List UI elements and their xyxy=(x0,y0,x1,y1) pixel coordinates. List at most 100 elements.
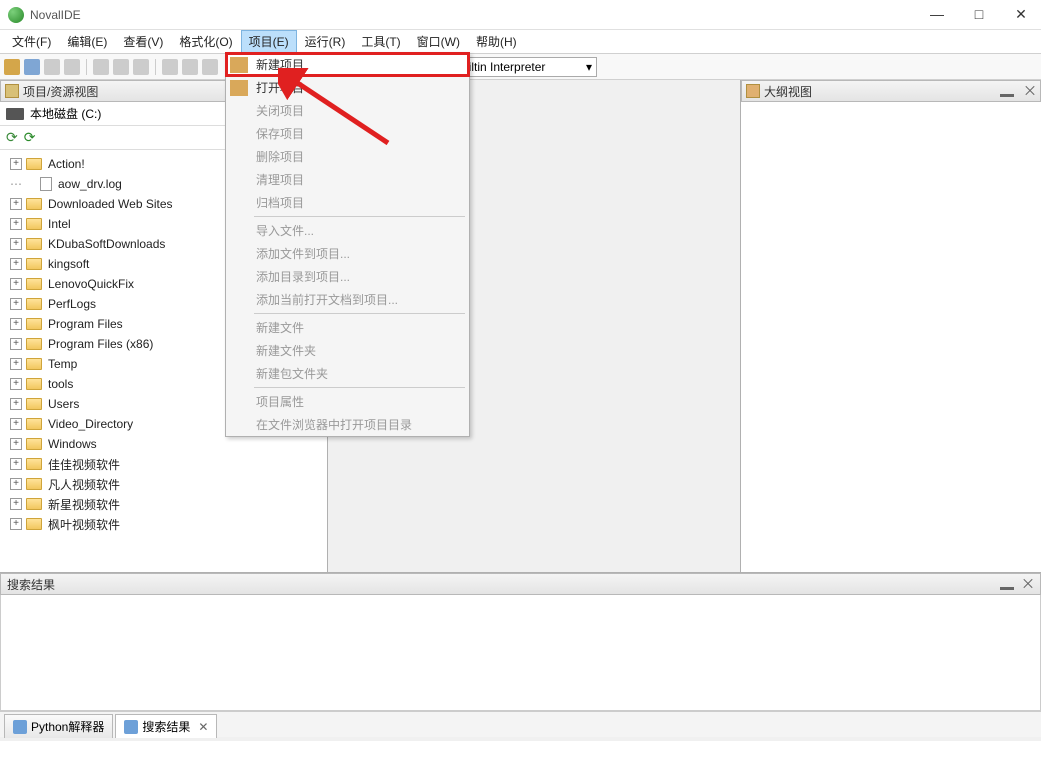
titlebar: NovalIDE — □ ✕ xyxy=(0,0,1041,30)
menu-item-1[interactable]: 编辑(E) xyxy=(59,30,115,53)
menu-item-清理项目: 清理项目 xyxy=(226,168,469,191)
tree-item[interactable]: +凡人视频软件 xyxy=(0,474,327,494)
output-content[interactable] xyxy=(0,595,1041,711)
tab-close-icon[interactable]: ✕ xyxy=(198,720,208,734)
menu-item-6[interactable]: 工具(T) xyxy=(353,30,408,53)
expand-icon[interactable]: + xyxy=(10,318,22,330)
panel-minimize-icon[interactable] xyxy=(1000,94,1014,97)
tree-item-label: 佳佳视频软件 xyxy=(48,456,120,473)
outline-panel-title: 大纲视图 xyxy=(764,83,812,100)
output-panel-title: 搜索结果 xyxy=(7,576,55,593)
interpreter-dropdown[interactable]: uiltin Interpreter ▾ xyxy=(457,57,597,77)
expand-icon[interactable]: + xyxy=(10,298,22,310)
expand-icon[interactable]: + xyxy=(10,338,22,350)
expand-icon[interactable]: + xyxy=(10,398,22,410)
expand-icon[interactable]: + xyxy=(10,478,22,490)
toolbar-replace-icon[interactable] xyxy=(133,59,149,75)
tree-item-label: Program Files xyxy=(48,317,123,331)
menu-item-2[interactable]: 查看(V) xyxy=(115,30,171,53)
expand-icon[interactable]: + xyxy=(10,158,22,170)
menu-item-label: 添加当前打开文档到项目... xyxy=(256,291,398,308)
expand-icon[interactable]: + xyxy=(10,258,22,270)
folder-icon xyxy=(26,478,42,490)
expand-icon[interactable]: + xyxy=(10,278,22,290)
panel-close-icon[interactable] xyxy=(1024,85,1036,97)
bottom-tab[interactable]: 搜索结果✕ xyxy=(115,714,217,738)
toolbar: uiltin Interpreter ▾ xyxy=(0,54,1041,80)
menu-item-icon xyxy=(230,292,248,308)
file-icon xyxy=(40,177,52,191)
folder-icon xyxy=(26,378,42,390)
folder-icon xyxy=(26,338,42,350)
main-area: 项目/资源视图 本地磁盘 (C:) ⟳ ⟳ +Action!⋯aow_drv.l… xyxy=(0,80,1041,572)
expand-icon[interactable]: + xyxy=(10,498,22,510)
expand-icon[interactable]: + xyxy=(10,378,22,390)
expand-icon[interactable]: + xyxy=(10,198,22,210)
expand-icon[interactable]: + xyxy=(10,238,22,250)
toolbar-saveall-icon[interactable] xyxy=(64,59,80,75)
menu-item-在文件浏览器中打开项目目录: 在文件浏览器中打开项目目录 xyxy=(226,413,469,436)
menu-item-3[interactable]: 格式化(O) xyxy=(171,30,240,53)
menu-separator xyxy=(254,387,465,388)
outline-panel: 大纲视图 xyxy=(741,80,1041,572)
expand-icon[interactable]: + xyxy=(10,518,22,530)
folder-icon xyxy=(26,458,42,470)
tree-item-label: 枫叶视频软件 xyxy=(48,516,120,533)
toolbar-separator xyxy=(155,59,156,75)
menu-item-新建文件夹: 新建文件夹 xyxy=(226,339,469,362)
tree-item[interactable]: + 枫叶视频软件 xyxy=(0,514,327,534)
toolbar-find-icon[interactable] xyxy=(113,59,129,75)
expand-icon[interactable]: + xyxy=(10,418,22,430)
toolbar-save-icon[interactable] xyxy=(44,59,60,75)
app-title: NovalIDE xyxy=(30,8,925,22)
folder-icon xyxy=(26,238,42,250)
maximize-button[interactable]: □ xyxy=(967,6,991,23)
tree-item[interactable]: + 新星视频软件 xyxy=(0,494,327,514)
bottom-tabs: Python解释器搜索结果✕ xyxy=(0,711,1041,737)
minimize-button[interactable]: — xyxy=(925,6,949,23)
tree-item[interactable]: +Windows xyxy=(0,434,327,454)
menu-item-8[interactable]: 帮助(H) xyxy=(468,30,525,53)
menu-item-icon xyxy=(230,80,248,96)
menu-item-新建项目[interactable]: 新建项目 xyxy=(226,53,469,76)
toolbar-open-icon[interactable] xyxy=(24,59,40,75)
project-menu: 新建项目打开项目关闭项目保存项目删除项目清理项目归档项目导入文件...添加文件到… xyxy=(225,52,470,437)
bottom-tab[interactable]: Python解释器 xyxy=(4,714,113,738)
menu-item-打开项目[interactable]: 打开项目 xyxy=(226,76,469,99)
tree-item-label: KDubaSoftDownloads xyxy=(48,237,165,251)
menu-item-5[interactable]: 运行(R) xyxy=(297,30,354,53)
tree-item-label: 新星视频软件 xyxy=(48,496,120,513)
folder-icon xyxy=(26,198,42,210)
tree-item[interactable]: + 佳佳视频软件 xyxy=(0,454,327,474)
expand-icon[interactable]: + xyxy=(10,438,22,450)
toolbar-new-icon[interactable] xyxy=(4,59,20,75)
panel-minimize-icon[interactable] xyxy=(1000,587,1014,590)
menu-item-icon xyxy=(230,417,248,433)
tree-item-label: Temp xyxy=(48,357,77,371)
toolbar-cut-icon[interactable] xyxy=(162,59,178,75)
tree-item-label: Users xyxy=(48,397,79,411)
hdd-icon xyxy=(6,108,24,120)
tree-item-label: tools xyxy=(48,377,73,391)
toolbar-print-icon[interactable] xyxy=(93,59,109,75)
expand-icon[interactable]: + xyxy=(10,358,22,370)
close-button[interactable]: ✕ xyxy=(1009,6,1033,23)
menu-item-4[interactable]: 项目(E) xyxy=(241,30,297,53)
expand-icon[interactable]: + xyxy=(10,458,22,470)
toolbar-paste-icon[interactable] xyxy=(202,59,218,75)
menubar: 文件(F)编辑(E)查看(V)格式化(O)项目(E)运行(R)工具(T)窗口(W… xyxy=(0,30,1041,54)
tree-item-label: LenovoQuickFix xyxy=(48,277,134,291)
menu-item-7[interactable]: 窗口(W) xyxy=(409,30,468,53)
panel-close-icon[interactable] xyxy=(1022,578,1034,590)
tree-item-label: aow_drv.log xyxy=(58,177,122,191)
expand-icon[interactable]: + xyxy=(10,218,22,230)
refresh-all-icon[interactable]: ⟳ xyxy=(24,129,36,146)
refresh-icon[interactable]: ⟳ xyxy=(6,129,18,146)
menu-item-项目属性: 项目属性 xyxy=(226,390,469,413)
tree-item-label: Downloaded Web Sites xyxy=(48,197,173,211)
toolbar-copy-icon[interactable] xyxy=(182,59,198,75)
outline-panel-icon xyxy=(746,84,760,98)
interpreter-label: uiltin Interpreter xyxy=(462,60,545,74)
menu-item-0[interactable]: 文件(F) xyxy=(4,30,59,53)
menu-separator xyxy=(254,313,465,314)
